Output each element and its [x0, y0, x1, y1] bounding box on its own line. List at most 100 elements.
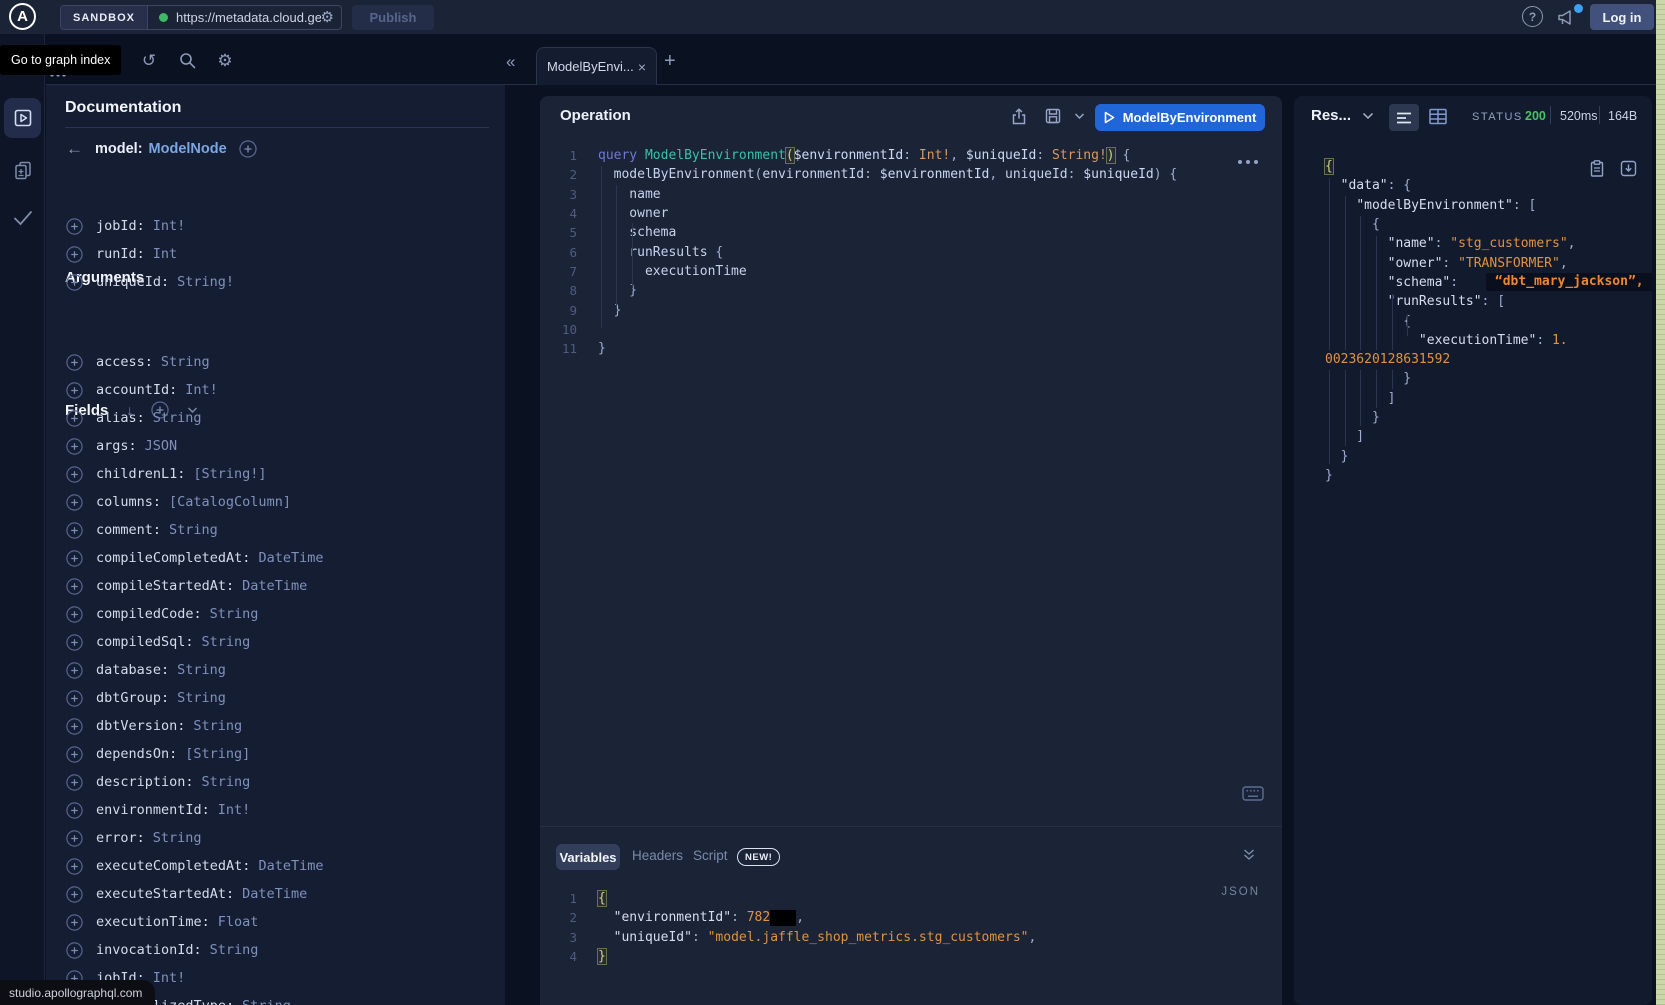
endpoint-settings-icon[interactable]: ⚙	[321, 10, 334, 25]
endpoint-url-input[interactable]: https://metadata.cloud.get	[176, 10, 321, 25]
operation-tab[interactable]: ModelByEnvi... ×	[536, 47, 657, 85]
add-field-icon[interactable]	[66, 746, 83, 763]
add-field-icon[interactable]	[66, 774, 83, 791]
field-type[interactable]: String	[202, 634, 251, 650]
add-field-icon[interactable]	[66, 634, 83, 651]
field-type[interactable]: String	[161, 354, 210, 370]
login-button[interactable]: Log in	[1590, 4, 1654, 30]
add-field-icon[interactable]	[66, 382, 83, 399]
add-field-icon[interactable]	[66, 802, 83, 819]
field-type[interactable]: DateTime	[258, 550, 323, 566]
response-dropdown-icon[interactable]	[1362, 112, 1374, 120]
add-field-icon[interactable]	[66, 438, 83, 455]
response-title[interactable]: Res...	[1311, 107, 1351, 124]
field-type[interactable]: Int!	[153, 970, 186, 986]
field-type[interactable]: String	[210, 606, 259, 622]
field-type[interactable]: Int!	[153, 218, 186, 234]
code-line: 1{	[540, 889, 1282, 908]
field-type[interactable]: Float	[218, 914, 259, 930]
apollo-logo[interactable]: A	[9, 3, 36, 30]
field-name: comment:	[96, 522, 161, 538]
settings-icon[interactable]: ⚙	[214, 49, 236, 71]
code-line: ]	[1325, 389, 1652, 408]
response-viewer[interactable]: { "data": { "modelByEnvironment": [ { "n…	[1325, 157, 1652, 485]
add-field-icon[interactable]	[66, 274, 83, 291]
add-field-icon[interactable]	[66, 550, 83, 567]
field-type[interactable]: String	[177, 662, 226, 678]
add-field-icon[interactable]	[66, 522, 83, 539]
field-type[interactable]: String	[202, 774, 251, 790]
add-field-icon[interactable]	[66, 914, 83, 931]
field-type[interactable]: DateTime	[242, 886, 307, 902]
table-view-toggle[interactable]	[1428, 107, 1448, 126]
field-type[interactable]: [String!]	[193, 466, 266, 482]
field-type[interactable]: String!	[177, 274, 234, 290]
field-type[interactable]: String	[153, 410, 202, 426]
add-field-icon[interactable]	[66, 494, 83, 511]
save-icon[interactable]	[1042, 105, 1064, 127]
field-type[interactable]: [CatalogColumn]	[169, 494, 291, 510]
connection-status-dot	[159, 13, 168, 22]
add-field-icon[interactable]	[239, 140, 257, 158]
add-field-icon[interactable]	[66, 718, 83, 735]
help-icon[interactable]: ?	[1522, 6, 1543, 27]
explorer-nav-button[interactable]	[4, 98, 41, 138]
field-row: compileStartedAt: DateTime	[66, 572, 496, 600]
code-line: 2 "environmentId": 782,	[540, 908, 1282, 927]
add-field-icon[interactable]	[66, 410, 83, 427]
add-field-icon[interactable]	[66, 690, 83, 707]
keyboard-shortcuts-icon[interactable]	[1242, 786, 1264, 801]
collapse-panel-icon[interactable]	[1242, 848, 1256, 862]
schema-nav-button[interactable]	[4, 152, 41, 188]
add-field-icon[interactable]	[66, 830, 83, 847]
field-type[interactable]: JSON	[145, 438, 178, 454]
add-field-icon[interactable]	[66, 942, 83, 959]
add-field-icon[interactable]	[66, 354, 83, 371]
history-icon[interactable]: ↺	[138, 49, 160, 71]
checks-nav-button[interactable]	[4, 200, 41, 236]
breadcrumb-type-link[interactable]: ModelNode	[149, 141, 227, 157]
tab-variables[interactable]: Variables	[556, 844, 620, 870]
field-type[interactable]: String	[210, 942, 259, 958]
add-field-icon[interactable]	[66, 246, 83, 263]
field-type[interactable]: String	[169, 522, 218, 538]
field-type[interactable]: DateTime	[258, 858, 323, 874]
add-field-icon[interactable]	[66, 662, 83, 679]
add-field-icon[interactable]	[66, 886, 83, 903]
field-type[interactable]: DateTime	[242, 578, 307, 594]
code-line: 4 owner	[540, 204, 1282, 223]
field-type[interactable]: String	[153, 830, 202, 846]
field-type[interactable]: [String]	[185, 746, 250, 762]
run-button[interactable]: ModelByEnvironment	[1095, 104, 1265, 131]
save-chevron-icon[interactable]	[1068, 105, 1090, 127]
variables-editor[interactable]: 1{2 "environmentId": 782,3 "uniqueId": "…	[540, 889, 1282, 966]
tree-view-toggle[interactable]	[1389, 104, 1419, 131]
operation-editor[interactable]: 1query ModelByEnvironment($environmentId…	[540, 146, 1282, 358]
page-scrollbar[interactable]	[1656, 0, 1665, 1005]
field-row: accountId: Int!	[66, 376, 496, 404]
field-row: comment: String	[66, 516, 496, 544]
field-name: environmentId:	[96, 802, 210, 818]
add-field-icon[interactable]	[66, 466, 83, 483]
field-type[interactable]: String	[177, 690, 226, 706]
field-type[interactable]: Int!	[185, 382, 218, 398]
close-tab-icon[interactable]: ×	[638, 59, 646, 75]
field-type[interactable]: Int	[153, 246, 177, 262]
tab-headers[interactable]: Headers	[632, 848, 683, 863]
publish-button[interactable]: Publish	[352, 5, 434, 30]
new-tab-button[interactable]: +	[664, 50, 676, 73]
add-field-icon[interactable]	[66, 218, 83, 235]
field-type[interactable]: String	[242, 998, 291, 1005]
field-type[interactable]: Int!	[218, 802, 251, 818]
collapse-sidebar-icon[interactable]: «	[506, 52, 515, 72]
tab-script[interactable]: Script	[693, 848, 728, 863]
add-field-icon[interactable]	[66, 606, 83, 623]
logo-letter: A	[17, 8, 28, 25]
share-icon[interactable]	[1008, 105, 1030, 127]
add-field-icon[interactable]	[66, 578, 83, 595]
divider	[65, 127, 489, 128]
field-type[interactable]: String	[193, 718, 242, 734]
add-field-icon[interactable]	[66, 858, 83, 875]
back-icon[interactable]: ←	[66, 139, 83, 159]
search-button[interactable]	[176, 49, 198, 71]
